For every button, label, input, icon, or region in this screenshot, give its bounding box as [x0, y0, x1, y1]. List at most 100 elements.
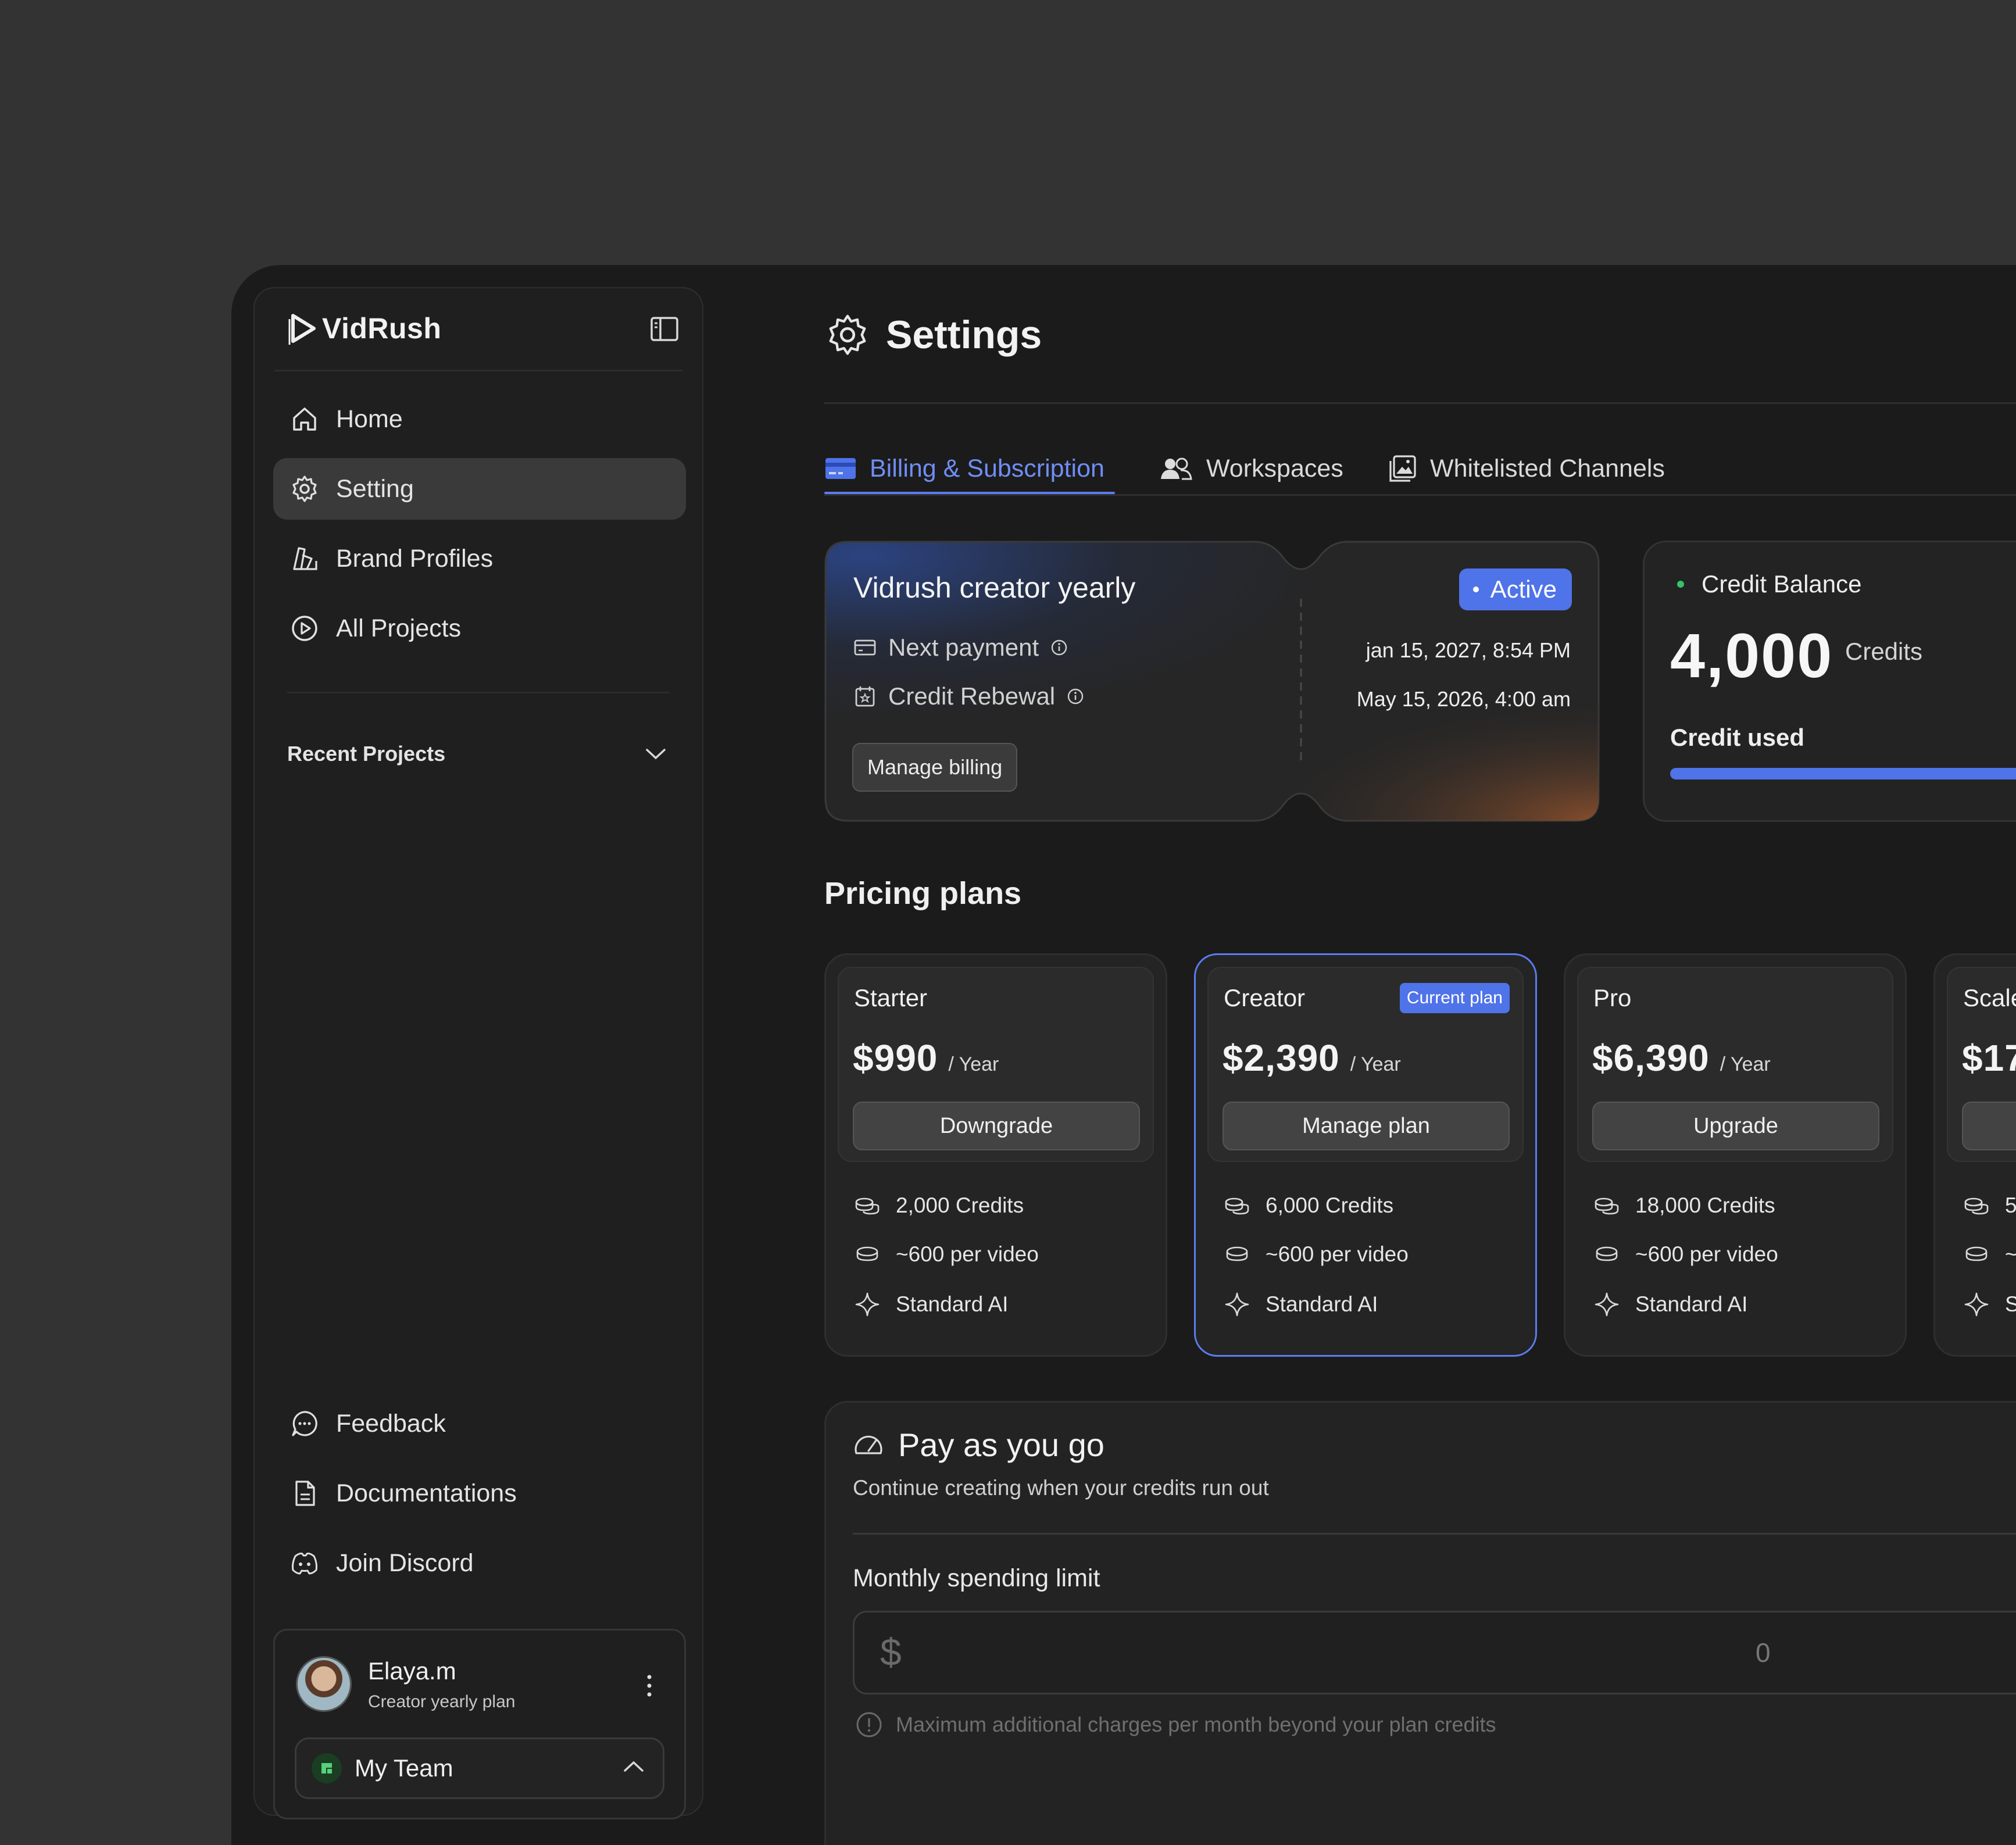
- plan-price: $6,390 / Year: [1592, 1036, 1771, 1079]
- current-plan-badge: Current plan: [1399, 983, 1510, 1013]
- alert-circle-icon: [856, 1712, 882, 1737]
- hint-text: Maximum additional charges per month bey…: [896, 1712, 1496, 1736]
- coin-icon: [1226, 1246, 1248, 1261]
- recent-projects-label: Recent Projects: [287, 742, 446, 766]
- sidebar-divider: [287, 692, 670, 693]
- status-dot-icon: [1472, 587, 1479, 592]
- coins-icon: [1964, 1197, 1989, 1215]
- spending-limit-input[interactable]: $ 0: [853, 1611, 2016, 1694]
- users-icon: [1161, 457, 1192, 480]
- next-payment-label: Next payment: [888, 634, 1039, 661]
- price-period: / Year: [948, 1053, 999, 1075]
- info-icon[interactable]: [1067, 688, 1084, 705]
- sidebar-divider: [274, 370, 682, 371]
- sparkle-icon: [855, 1292, 880, 1317]
- upgrade-button[interactable]: Upgrade: [1592, 1102, 1879, 1150]
- tab-label: Billing & Subscription: [870, 454, 1104, 482]
- sidebar-item-label: Home: [336, 405, 403, 433]
- subscription-card: Vidrush creator yearly Active Next payme…: [824, 541, 1600, 822]
- card-outline-icon: [854, 639, 876, 656]
- sidebar-item-setting[interactable]: Setting: [273, 458, 686, 520]
- page-title: Settings: [824, 312, 1042, 358]
- status-dot-icon: [1677, 581, 1684, 588]
- plan-feature: Standard AI: [1224, 1291, 1378, 1318]
- tab-workspaces[interactable]: Workspaces: [1159, 439, 1343, 498]
- feature-text: ~600 per video: [1635, 1242, 1778, 1266]
- scale-plan-button[interactable]: [1962, 1102, 2016, 1150]
- spending-limit-hint: Maximum additional charges per month bey…: [855, 1711, 1496, 1739]
- plan-card-creator: Creator Current plan $2,390 / Year Manag…: [1194, 953, 1537, 1357]
- sidebar-item-join-discord[interactable]: Join Discord: [273, 1532, 686, 1594]
- chevron-down-icon: [646, 749, 666, 760]
- coins-icon: [1595, 1197, 1619, 1215]
- next-payment-value: jan 15, 2027, 8:54 PM: [1366, 638, 1571, 662]
- plan-feature: S: [1963, 1291, 2016, 1318]
- plan-feature: ~600 per video: [1224, 1242, 1409, 1267]
- sidebar-item-label: Setting: [336, 474, 414, 503]
- credit-balance-card: Credit Balance 4,000 Credits Credit used: [1643, 541, 2016, 822]
- sidebar-item-label: Feedback: [336, 1409, 446, 1438]
- credit-renewal-row: Credit Rebewal: [853, 682, 1084, 710]
- feature-text: 18,000 Credits: [1635, 1193, 1775, 1217]
- sidebar-item-documentations[interactable]: Documentations: [273, 1463, 686, 1524]
- tab-label: Whitelisted Channels: [1430, 454, 1665, 482]
- plan-name: Pro: [1593, 984, 1632, 1011]
- plan-price: $17: [1962, 1036, 2016, 1079]
- plan-card-pro: Pro $6,390 / Year Upgrade 18,000 Credits…: [1564, 953, 1907, 1357]
- plan-header: Scale $17: [1947, 967, 2016, 1162]
- coin-icon: [1596, 1246, 1618, 1261]
- tab-whitelisted-channels[interactable]: Whitelisted Channels: [1388, 439, 1665, 498]
- chat-bubble-icon: [288, 1407, 321, 1440]
- sidebar-item-brand-profiles[interactable]: Brand Profiles: [273, 528, 686, 589]
- pay-as-you-go-divider: [853, 1533, 2016, 1535]
- info-icon[interactable]: [1050, 639, 1068, 656]
- status-text: Active: [1490, 575, 1557, 603]
- feature-text: ~600 per video: [896, 1242, 1039, 1266]
- team-name: My Team: [355, 1754, 453, 1782]
- plan-price: $990 / Year: [853, 1036, 999, 1079]
- feature-text: S: [2005, 1292, 2016, 1316]
- subscription-title: Vidrush creator yearly: [853, 571, 1136, 604]
- sparkle-icon: [1595, 1292, 1619, 1317]
- status-badge: Active: [1459, 568, 1572, 610]
- sidebar-item-feedback[interactable]: Feedback: [273, 1393, 686, 1454]
- feature-text: ~600 per video: [1266, 1242, 1409, 1266]
- spending-limit-value: 0: [1756, 1637, 1771, 1668]
- discord-icon: [288, 1547, 321, 1579]
- coin-icon: [1965, 1246, 1988, 1261]
- plan-feature: 2,000 Credits: [854, 1193, 1024, 1218]
- team-selector[interactable]: My Team: [295, 1737, 664, 1799]
- coins-icon: [1225, 1197, 1249, 1215]
- tabs-divider: [824, 494, 2016, 496]
- sidebar: VidRush Home Setting Brand Profiles All …: [253, 287, 703, 1819]
- sidebar-item-home[interactable]: Home: [273, 388, 686, 450]
- plan-header: Pro $6,390 / Year Upgrade: [1577, 967, 1893, 1162]
- manage-billing-button[interactable]: Manage billing: [852, 743, 1018, 792]
- brand-logo[interactable]: VidRush: [287, 310, 441, 346]
- tab-billing-subscription[interactable]: Billing & Subscription: [824, 439, 1104, 498]
- manage-plan-button[interactable]: Manage plan: [1223, 1102, 1510, 1150]
- credit-used-fill: [1670, 768, 2016, 780]
- home-icon: [288, 403, 321, 435]
- image-icon: [1389, 455, 1416, 482]
- brand-swatch-icon: [288, 542, 321, 575]
- spending-limit-label: Monthly spending limit: [853, 1564, 1100, 1592]
- sparkle-icon: [1225, 1292, 1249, 1317]
- pricing-title: Pricing plans: [824, 876, 1022, 911]
- avatar[interactable]: [296, 1656, 352, 1712]
- gauge-icon: [855, 1435, 882, 1454]
- recent-projects-toggle[interactable]: Recent Projects: [287, 742, 667, 766]
- credit-balance-label: Credit Balance: [1702, 570, 1862, 598]
- user-card: Elaya.m Creator yearly plan My Team: [273, 1629, 686, 1819]
- active-tab-indicator: [824, 492, 1115, 494]
- plan-feature: ~600 per video: [1593, 1242, 1778, 1267]
- sidebar-item-label: Join Discord: [336, 1549, 474, 1577]
- app-window: VidRush Home Setting Brand Profiles All …: [231, 265, 2016, 1845]
- sidebar-item-all-projects[interactable]: All Projects: [273, 598, 686, 659]
- collapse-sidebar-icon[interactable]: [650, 316, 679, 342]
- sparkle-icon: [1964, 1292, 1989, 1317]
- more-vertical-icon[interactable]: [644, 1671, 655, 1700]
- pay-as-you-go-title: Pay as you go: [898, 1426, 1104, 1463]
- price-period: / Year: [1720, 1053, 1771, 1075]
- downgrade-button[interactable]: Downgrade: [853, 1102, 1140, 1150]
